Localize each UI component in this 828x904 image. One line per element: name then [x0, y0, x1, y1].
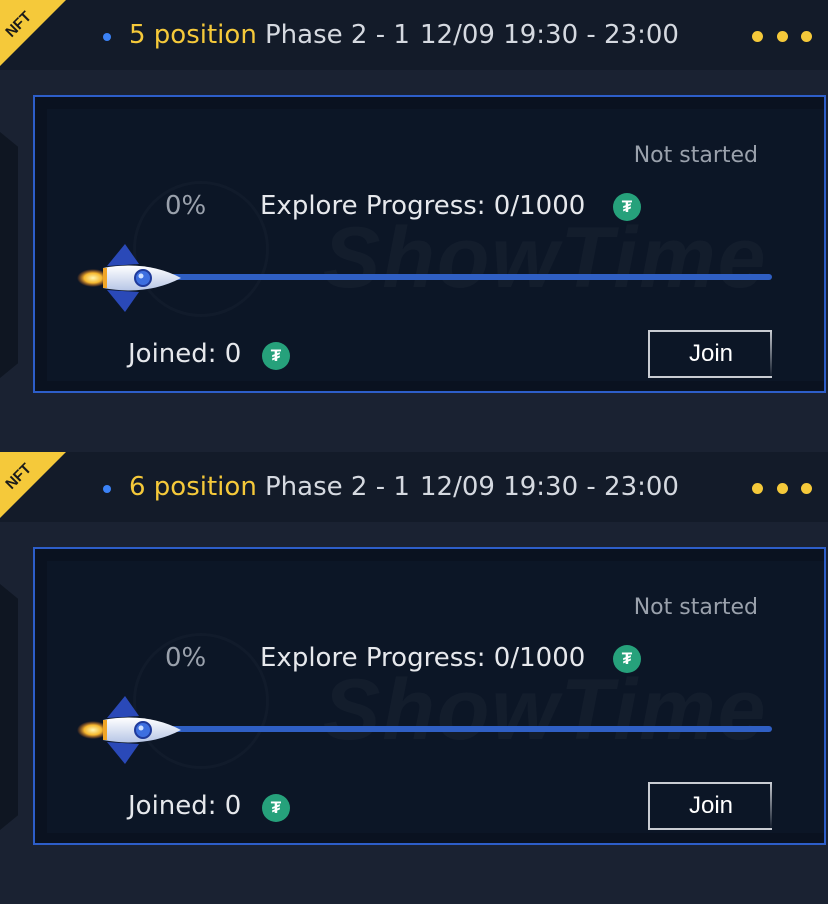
- pool-card: NFT 6 position Phase 2 - 1 12/09 19:30 -…: [0, 452, 828, 904]
- panel-body: ShowTime Not started 0% Explore Progress…: [47, 109, 824, 381]
- joined-count: Joined: 0: [128, 339, 242, 369]
- bullet-dot-icon: [103, 33, 111, 41]
- join-button[interactable]: Join: [648, 330, 772, 378]
- progress-track: [167, 726, 772, 732]
- panel-body: ShowTime Not started 0% Explore Progress…: [47, 561, 824, 833]
- explore-progress: Explore Progress: 0/1000: [260, 191, 586, 221]
- watermark-logo: ShowTime: [323, 661, 768, 760]
- side-tab: [0, 132, 18, 378]
- phase-label: Phase 2 - 1: [265, 20, 410, 50]
- tether-coin-icon: ₮: [613, 645, 641, 673]
- join-button[interactable]: Join: [648, 782, 772, 830]
- pool-panel: ShowTime Not started 0% Explore Progress…: [33, 547, 826, 845]
- more-options-icon[interactable]: [752, 24, 812, 48]
- bullet-dot-icon: [103, 485, 111, 493]
- pool-panel: ShowTime Not started 0% Explore Progress…: [33, 95, 826, 393]
- rocket-icon: [77, 696, 181, 764]
- time-range: 12/09 19:30 - 23:00: [420, 20, 679, 50]
- status-text: Not started: [633, 595, 758, 620]
- phase-label: Phase 2 - 1: [265, 472, 410, 502]
- pool-card: NFT 5 position Phase 2 - 1 12/09 19:30 -…: [0, 0, 828, 452]
- joined-count: Joined: 0: [128, 791, 242, 821]
- tether-coin-icon: ₮: [262, 794, 290, 822]
- explore-progress: Explore Progress: 0/1000: [260, 643, 586, 673]
- progress-track: [167, 274, 772, 280]
- progress-percent: 0%: [165, 643, 207, 673]
- time-range: 12/09 19:30 - 23:00: [420, 472, 679, 502]
- card-header: NFT 6 position Phase 2 - 1 12/09 19:30 -…: [0, 452, 828, 522]
- side-tab: [0, 584, 18, 830]
- more-options-icon[interactable]: [752, 476, 812, 500]
- position-label: 5 position: [129, 20, 257, 50]
- card-header: NFT 5 position Phase 2 - 1 12/09 19:30 -…: [0, 0, 828, 70]
- tether-coin-icon: ₮: [613, 193, 641, 221]
- status-text: Not started: [633, 143, 758, 168]
- progress-percent: 0%: [165, 191, 207, 221]
- position-label: 6 position: [129, 472, 257, 502]
- watermark-logo: ShowTime: [323, 209, 768, 308]
- tether-coin-icon: ₮: [262, 342, 290, 370]
- rocket-icon: [77, 244, 181, 312]
